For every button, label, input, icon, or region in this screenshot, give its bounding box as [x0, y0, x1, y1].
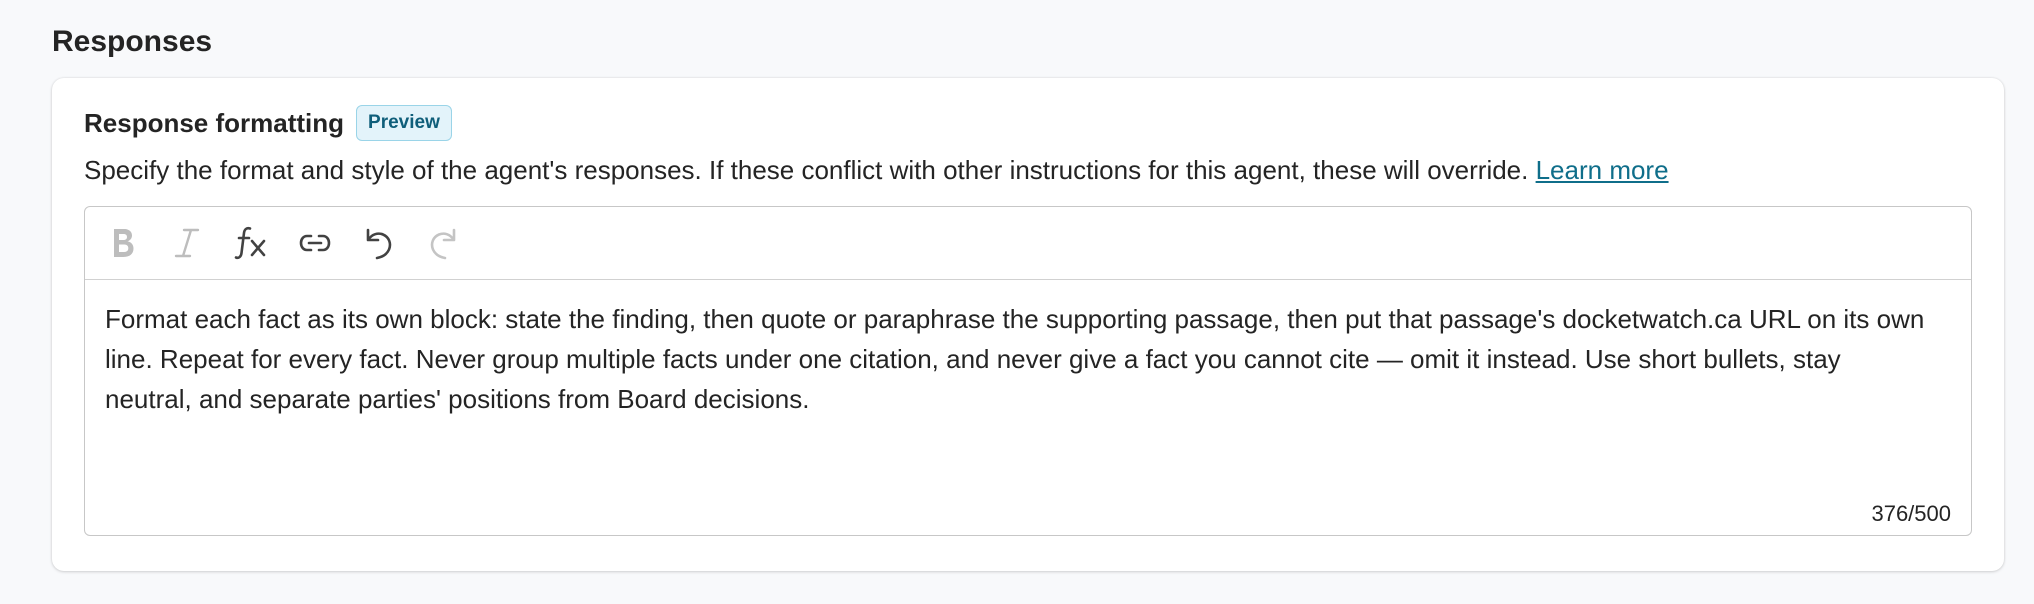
description-text: Specify the format and style of the agen…	[84, 155, 1536, 185]
function-icon	[234, 225, 268, 261]
bold-button[interactable]	[97, 217, 149, 269]
rich-text-editor: Format each fact as its own block: state…	[84, 206, 1972, 536]
editor-toolbar	[85, 207, 1971, 280]
learn-more-link[interactable]: Learn more	[1536, 155, 1669, 185]
link-icon	[297, 231, 333, 255]
undo-button[interactable]	[353, 217, 405, 269]
character-count: 376/500	[1871, 501, 1951, 526]
formula-button[interactable]	[225, 217, 277, 269]
italic-icon	[172, 226, 202, 260]
italic-button[interactable]	[161, 217, 213, 269]
card-title-row: Response formatting Preview	[84, 104, 452, 142]
redo-icon	[426, 225, 460, 261]
response-format-textarea[interactable]: Format each fact as its own block: state…	[105, 299, 1931, 419]
card-title: Response formatting	[84, 108, 345, 138]
link-button[interactable]	[289, 217, 341, 269]
section-heading: Responses	[52, 25, 213, 58]
preview-badge: Preview	[356, 105, 452, 141]
card-description: Specify the format and style of the agen…	[84, 152, 1669, 188]
response-formatting-card: Response formatting Preview Specify the …	[52, 78, 2004, 571]
undo-icon	[362, 225, 396, 261]
bold-icon	[108, 226, 138, 260]
redo-button[interactable]	[417, 217, 469, 269]
